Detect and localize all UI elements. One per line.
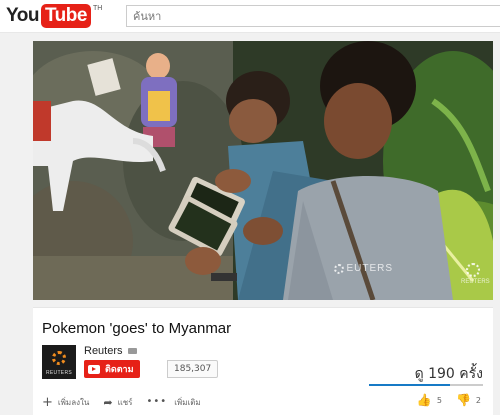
avatar-text: REUTERS <box>46 370 72 376</box>
reuters-logo-icon <box>334 263 345 274</box>
verified-icon <box>127 348 137 354</box>
corner-watermark-text: REUTERS <box>461 279 490 285</box>
share-label: แชร์ <box>117 397 133 407</box>
youtube-logo[interactable]: You Tube TH <box>6 4 102 28</box>
dislike-button[interactable]: 👎 2 <box>456 394 481 406</box>
add-to-button[interactable]: + เพิ่มลงใน <box>42 396 89 409</box>
youtube-play-icon <box>88 364 100 374</box>
thumbs-up-icon: 👍 <box>416 393 432 407</box>
video-title: Pokemon 'goes' to Myanmar <box>42 320 232 337</box>
logo-country-code: TH <box>92 5 103 12</box>
like-count: 5 <box>436 395 442 405</box>
plus-icon: + <box>42 394 53 410</box>
logo-tube-text: Tube <box>40 4 91 28</box>
like-dislike-bar <box>369 384 483 386</box>
video-frame <box>33 41 493 300</box>
video-player[interactable]: EUTERS REUTERS <box>33 41 493 300</box>
channel-name[interactable]: Reuters <box>84 345 123 357</box>
like-button[interactable]: 👍 5 <box>417 394 442 406</box>
channel-avatar[interactable]: REUTERS <box>42 345 76 379</box>
channel-name-row: Reuters <box>84 345 137 357</box>
view-count: ดู 190 ครั้ง <box>414 366 483 382</box>
reuters-watermark: EUTERS <box>334 263 393 274</box>
masthead: You Tube TH <box>0 0 500 33</box>
add-to-label: เพิ่มลงใน <box>57 397 90 407</box>
subscribe-label: ติดตาม <box>105 365 134 375</box>
more-dots-icon: ••• <box>146 396 168 407</box>
video-info-card: Pokemon 'goes' to Myanmar REUTERS Reuter… <box>33 307 493 415</box>
reuters-corner-logo-icon <box>466 263 480 277</box>
reuters-corner-watermark: REUTERS <box>461 263 490 285</box>
thumbs-down-icon: 👎 <box>455 393 471 407</box>
more-label: เพิ่มเติม <box>174 397 201 407</box>
subscriber-count: 185,307 <box>167 360 219 378</box>
dislike-count: 2 <box>475 395 481 405</box>
watermark-text: EUTERS <box>346 263 393 274</box>
more-button[interactable]: ••• เพิ่มเติม <box>146 396 200 409</box>
action-bar: + เพิ่มลงใน ➦ แชร์ ••• เพิ่มเติม <box>42 393 215 411</box>
reuters-avatar-logo-icon <box>52 351 66 365</box>
subscribe-button[interactable]: ติดตาม <box>84 360 140 378</box>
vote-buttons: 👍 5 👎 2 <box>403 394 481 406</box>
like-ratio-fill <box>369 384 450 386</box>
search-input[interactable] <box>126 5 500 27</box>
logo-you-text: You <box>6 5 39 26</box>
share-button[interactable]: ➦ แชร์ <box>103 396 132 409</box>
share-arrow-icon: ➦ <box>103 395 113 409</box>
